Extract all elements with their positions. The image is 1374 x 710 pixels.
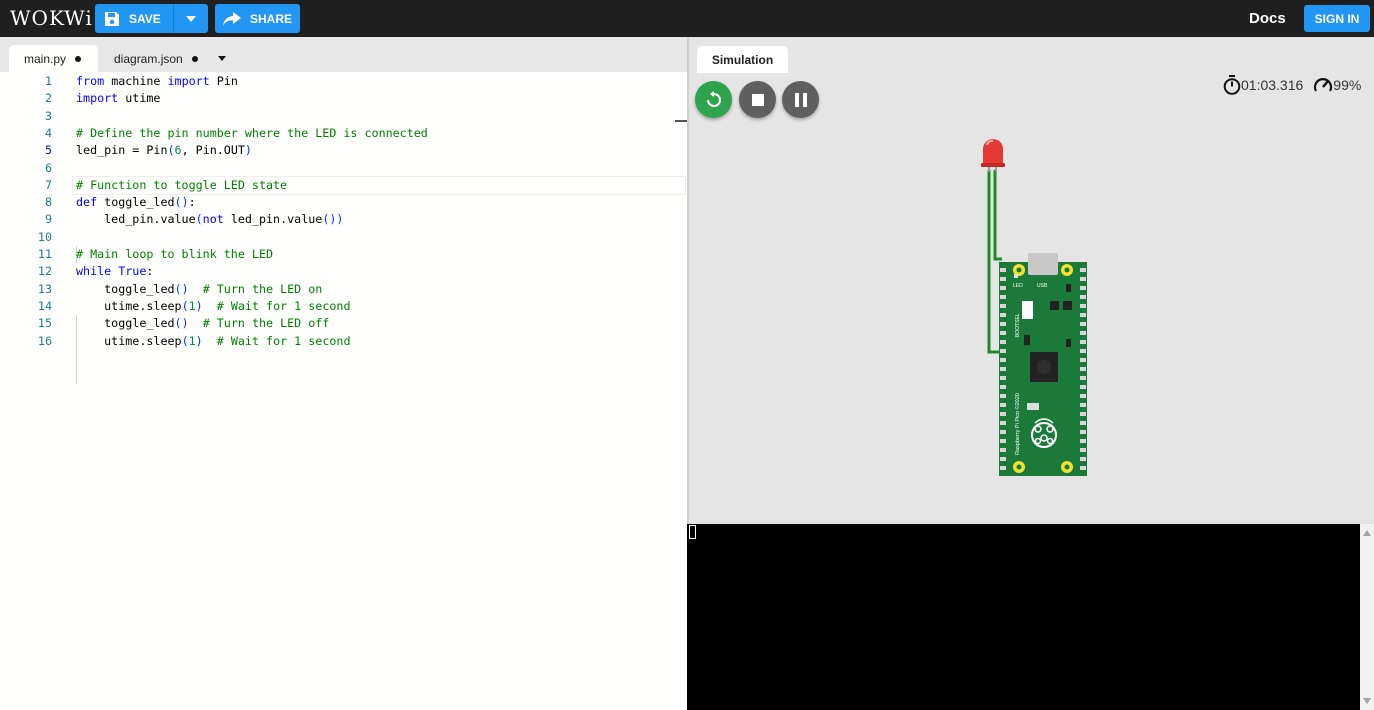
code-comment: # Function to toggle LED state: [76, 177, 288, 192]
line-number: 8: [44, 195, 52, 210]
line-number: 11: [37, 247, 52, 261]
sign-in-button[interactable]: SIGN IN: [1304, 5, 1370, 32]
board-bootsel-label: BOOTSEL: [1015, 313, 1021, 337]
code-text: led_pin.value(not led_pin.value()): [76, 212, 344, 227]
code-text: def toggle_led():: [76, 195, 196, 210]
code-text: utime.sleep(1) # Wait for 1 second: [76, 298, 351, 313]
serial-monitor-scrollbar[interactable]: [1360, 524, 1374, 710]
code-line: 3: [0, 108, 687, 125]
code-line: 4 # Define the pin number where the LED …: [0, 125, 687, 142]
code-line: 14 utime.sleep(1) # Wait for 1 second: [0, 298, 687, 315]
tab-diagram-json[interactable]: diagram.json: [114, 45, 198, 72]
line-number: 14: [37, 298, 52, 313]
save-options-dropdown[interactable]: [174, 4, 208, 33]
share-label: SHARE: [250, 11, 293, 26]
terminal-cursor: [689, 525, 696, 539]
board-led-label: LED: [1013, 283, 1023, 289]
code-line: 1 from machine import Pin: [0, 73, 687, 90]
line-number: 9: [44, 212, 52, 227]
floppy-disk-icon: [105, 11, 119, 26]
line-number: 16: [37, 333, 52, 348]
editor-tab-bar: main.py diagram.json: [0, 37, 687, 72]
editor-scrollbar-marker[interactable]: [675, 120, 687, 122]
unsaved-indicator-icon: [191, 55, 198, 62]
code-line: 2 import utime: [0, 90, 687, 107]
tab-menu-caret-icon[interactable]: [218, 56, 226, 61]
caret-down-icon: [186, 15, 196, 22]
code-line: 11 # Main loop to blink the LED: [0, 246, 687, 263]
line-number: 6: [44, 160, 52, 175]
unsaved-indicator-icon: [75, 55, 82, 62]
code-text: while True:: [76, 264, 154, 279]
code-line: 15 toggle_led() # Turn the LED off: [0, 315, 687, 332]
board-usb-label: USB: [1037, 283, 1048, 289]
tab-label: diagram.json: [114, 51, 183, 66]
code-line: 7 # Function to toggle LED state: [0, 177, 687, 194]
save-label: SAVE: [129, 11, 161, 26]
code-text: toggle_led() # Turn the LED off: [76, 316, 330, 331]
line-number: 5: [44, 143, 52, 158]
scroll-down-arrow-icon[interactable]: [1363, 698, 1371, 704]
code-text: toggle_led() # Turn the LED on: [76, 281, 323, 296]
line-number: 4: [44, 125, 52, 140]
code-line: 16 utime.sleep(1) # Wait for 1 second: [0, 333, 687, 350]
code-line: 9 led_pin.value(not led_pin.value()): [0, 211, 687, 228]
code-line: 13 toggle_led() # Turn the LED on: [0, 281, 687, 298]
line-number: 10: [37, 229, 52, 244]
red-led[interactable]: [981, 139, 1005, 172]
code-text: utime.sleep(1) # Wait for 1 second: [76, 333, 351, 348]
wire-cathode[interactable]: [993, 170, 1002, 261]
line-number: 7: [44, 177, 52, 192]
code-comment: # Main loop to blink the LED: [76, 247, 274, 261]
code-text: led_pin = Pin(6, Pin.OUT): [76, 143, 252, 158]
code-editor-pane: main.py diagram.json 1 from machine impo…: [0, 37, 687, 710]
code-text: import utime: [76, 91, 161, 106]
save-button[interactable]: SAVE: [95, 4, 173, 33]
code-text: from machine import Pin: [76, 74, 238, 88]
code-line: 12 while True:: [0, 263, 687, 280]
code-line: 6: [0, 160, 687, 177]
raspberry-pi-pico-board[interactable]: LED USB BOOTSEL Raspberry Pi Pico ©2020: [999, 253, 1087, 476]
simulation-pane: Simulation 01:03.316 99% LED USB BOOTSEL…: [689, 37, 1374, 524]
docs-link[interactable]: Docs: [1249, 10, 1286, 27]
tab-main-py[interactable]: main.py: [9, 45, 98, 72]
line-number: 3: [44, 108, 52, 123]
code-comment: # Define the pin number where the LED is…: [76, 125, 428, 140]
circuit-canvas[interactable]: LED USB BOOTSEL Raspberry Pi Pico ©2020: [689, 37, 1374, 524]
share-button[interactable]: SHARE: [215, 4, 300, 33]
save-button-group: SAVE: [95, 4, 208, 33]
tab-label: main.py: [24, 51, 67, 66]
line-number: 2: [44, 91, 52, 106]
share-arrow-icon: [223, 11, 241, 26]
board-name-label: Raspberry Pi Pico ©2020: [1014, 393, 1021, 455]
wokwi-logo[interactable]: WOKWi: [10, 6, 93, 30]
line-number: 1: [44, 74, 52, 88]
serial-monitor[interactable]: [687, 524, 1360, 710]
code-line: 8 def toggle_led():: [0, 194, 687, 211]
line-number: 12: [37, 264, 52, 279]
code-line: 5 led_pin = Pin(6, Pin.OUT): [0, 142, 687, 159]
scroll-up-arrow-icon[interactable]: [1363, 530, 1371, 536]
line-number: 15: [37, 316, 52, 331]
top-bar: WOKWi SAVE SHARE Docs SIGN IN: [0, 0, 1374, 37]
code-line: 10: [0, 229, 687, 246]
line-number: 13: [37, 281, 52, 296]
